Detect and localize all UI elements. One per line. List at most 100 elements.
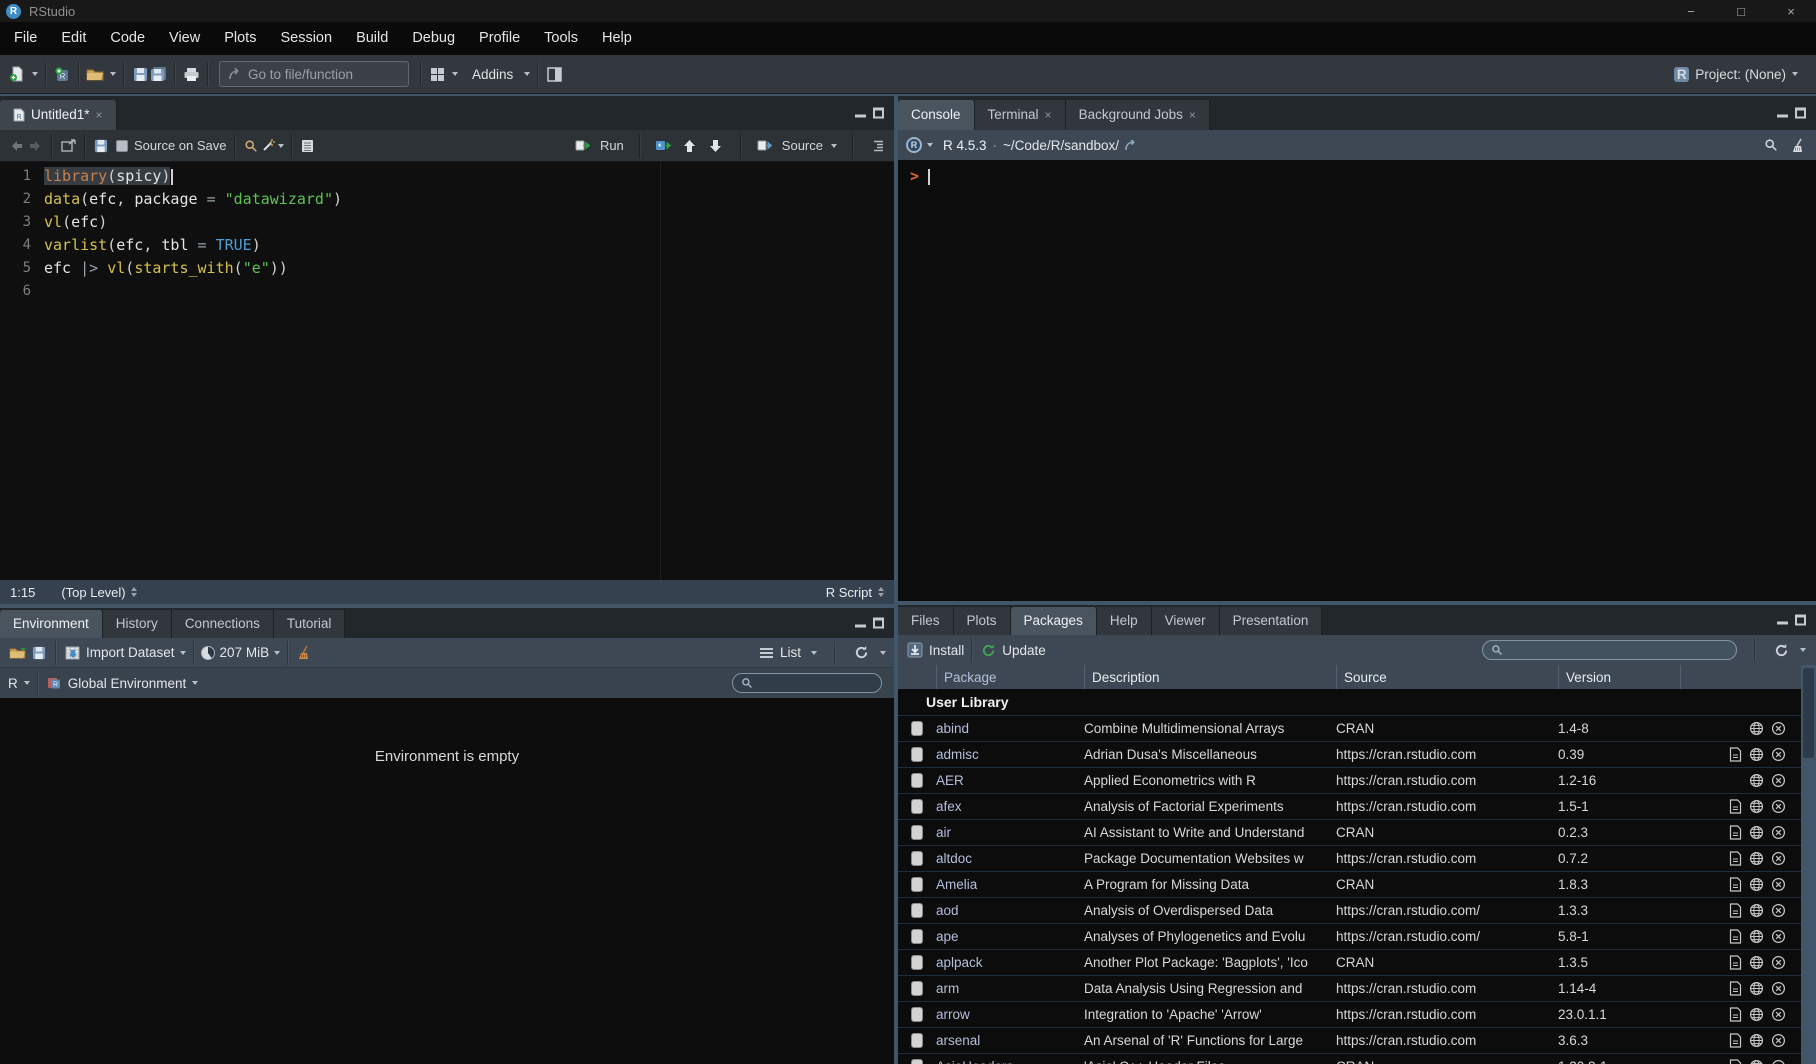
menu-view[interactable]: View [157, 22, 212, 55]
maximize-window-button[interactable]: □ [1716, 0, 1766, 22]
refresh-caret[interactable] [880, 651, 886, 655]
console-search-icon[interactable] [1762, 136, 1780, 154]
package-name-link[interactable]: abind [936, 721, 1084, 736]
website-globe-icon[interactable] [1749, 955, 1764, 970]
remove-package-icon[interactable] [1771, 955, 1786, 970]
vertical-scrollbar[interactable] [1801, 665, 1816, 1064]
tab-console[interactable]: Console [898, 100, 975, 130]
column-header-description[interactable]: Description [1084, 665, 1336, 689]
menu-code[interactable]: Code [98, 22, 157, 55]
website-globe-icon[interactable] [1749, 903, 1764, 918]
maximize-pane-icon[interactable] [873, 108, 884, 119]
package-name-link[interactable]: altdoc [936, 851, 1084, 866]
website-globe-icon[interactable] [1749, 1033, 1764, 1048]
pane-layout-icon[interactable] [545, 65, 563, 83]
view-mode-caret[interactable] [811, 651, 817, 655]
project-menu[interactable]: R Project: (None) [1674, 67, 1808, 82]
menu-plots[interactable]: Plots [212, 22, 268, 55]
install-label[interactable]: Install [929, 643, 964, 658]
code-tools-caret[interactable] [278, 144, 284, 148]
package-checkbox[interactable] [911, 903, 923, 918]
package-name-link[interactable]: Amelia [936, 877, 1084, 892]
environment-search-box[interactable] [732, 673, 882, 693]
editor-tab-close-icon[interactable]: × [96, 100, 103, 130]
minimize-pane-icon[interactable] [1777, 616, 1788, 624]
tab-history[interactable]: History [103, 610, 172, 638]
manual-doc-icon[interactable] [1729, 851, 1742, 866]
package-name-link[interactable]: air [936, 825, 1084, 840]
package-name-link[interactable]: ape [936, 929, 1084, 944]
tab-terminal[interactable]: Terminal × [975, 100, 1066, 130]
manual-doc-icon[interactable] [1729, 877, 1742, 892]
menu-debug[interactable]: Debug [400, 22, 467, 55]
remove-package-icon[interactable] [1771, 825, 1786, 840]
website-globe-icon[interactable] [1749, 981, 1764, 996]
remove-package-icon[interactable] [1771, 721, 1786, 736]
package-checkbox[interactable] [911, 851, 923, 866]
package-checkbox[interactable] [911, 747, 923, 762]
package-name-link[interactable]: afex [936, 799, 1084, 814]
column-header-source[interactable]: Source [1336, 665, 1558, 689]
menu-file[interactable]: File [2, 22, 49, 55]
tab-files[interactable]: Files [898, 607, 954, 635]
clear-console-broom-icon[interactable] [1790, 136, 1808, 154]
run-icon[interactable] [574, 137, 592, 155]
update-label[interactable]: Update [1002, 643, 1046, 658]
tab-untitled1[interactable]: R Untitled1* × [0, 100, 117, 130]
background-jobs-tab-close-icon[interactable]: × [1189, 100, 1196, 130]
menu-session[interactable]: Session [268, 22, 344, 55]
remove-package-icon[interactable] [1771, 981, 1786, 996]
website-globe-icon[interactable] [1749, 929, 1764, 944]
package-checkbox[interactable] [911, 981, 923, 996]
minimize-window-button[interactable]: − [1666, 0, 1716, 22]
goto-directory-icon[interactable] [1125, 140, 1139, 151]
rerun-icon[interactable] [655, 137, 673, 155]
source-caret[interactable] [831, 144, 837, 148]
remove-package-icon[interactable] [1771, 877, 1786, 892]
save-icon[interactable] [131, 65, 149, 83]
view-mode-label[interactable]: List [780, 645, 801, 660]
clear-environment-broom-icon[interactable] [295, 644, 313, 662]
package-name-link[interactable]: AsioHeaders [936, 1059, 1084, 1064]
remove-package-icon[interactable] [1771, 851, 1786, 866]
popout-icon[interactable] [59, 137, 77, 155]
package-checkbox[interactable] [911, 721, 923, 736]
addins-label[interactable]: Addins [472, 67, 513, 82]
menu-profile[interactable]: Profile [467, 22, 532, 55]
global-environment-caret[interactable] [192, 681, 198, 685]
import-dataset-label[interactable]: Import Dataset [86, 645, 175, 660]
package-checkbox[interactable] [911, 1007, 923, 1022]
source-on-save-checkbox[interactable] [116, 140, 128, 152]
website-globe-icon[interactable] [1749, 1059, 1764, 1064]
code-tools-wand-icon[interactable] [260, 137, 278, 155]
remove-package-icon[interactable] [1771, 799, 1786, 814]
scope-selector[interactable]: (Top Level) [61, 585, 136, 600]
menu-edit[interactable]: Edit [49, 22, 98, 55]
close-window-button[interactable]: × [1766, 0, 1816, 22]
manual-doc-icon[interactable] [1729, 1059, 1742, 1064]
package-name-link[interactable]: arsenal [936, 1033, 1084, 1048]
menu-help[interactable]: Help [590, 22, 644, 55]
addins-grid-caret[interactable] [452, 72, 458, 76]
tab-background-jobs[interactable]: Background Jobs × [1066, 100, 1210, 130]
refresh-icon[interactable] [1772, 641, 1790, 659]
remove-package-icon[interactable] [1771, 1033, 1786, 1048]
menu-build[interactable]: Build [344, 22, 400, 55]
global-environment-label[interactable]: Global Environment [68, 676, 187, 691]
run-next-down-icon[interactable] [707, 137, 725, 155]
scrollbar-thumb[interactable] [1803, 668, 1814, 758]
packages-search-box[interactable] [1482, 640, 1737, 660]
install-icon[interactable] [906, 641, 924, 659]
package-checkbox[interactable] [911, 773, 923, 788]
package-name-link[interactable]: aplpack [936, 955, 1084, 970]
column-header-version[interactable]: Version [1558, 665, 1680, 689]
manual-doc-icon[interactable] [1729, 981, 1742, 996]
run-previous-up-icon[interactable] [681, 137, 699, 155]
save-all-icon[interactable] [149, 65, 167, 83]
package-name-link[interactable]: admisc [936, 747, 1084, 762]
remove-package-icon[interactable] [1771, 1007, 1786, 1022]
new-file-dropdown-caret[interactable] [32, 72, 38, 76]
tab-packages[interactable]: Packages [1011, 607, 1097, 635]
terminal-tab-close-icon[interactable]: × [1045, 100, 1052, 130]
menu-tools[interactable]: Tools [532, 22, 590, 55]
